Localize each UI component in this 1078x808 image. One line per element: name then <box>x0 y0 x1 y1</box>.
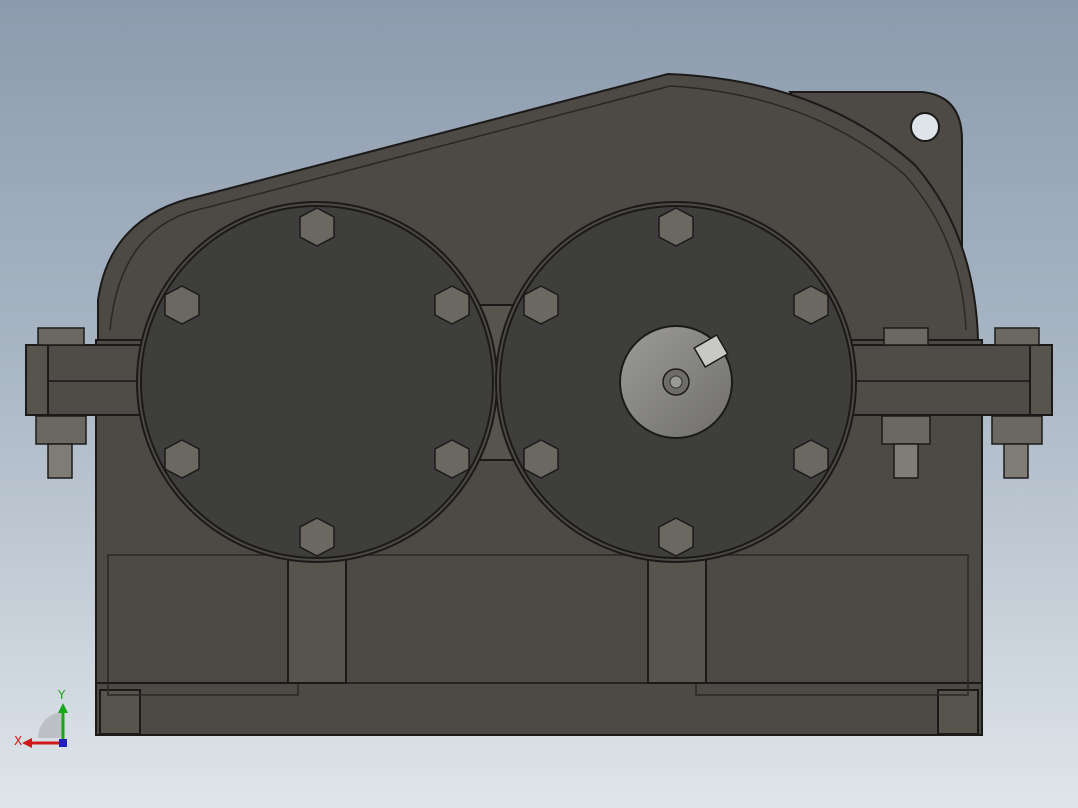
base-foot-left <box>99 689 141 735</box>
rib-right <box>647 557 707 684</box>
cover-bolt-icon <box>164 285 200 325</box>
cover-bolt-icon <box>299 517 335 557</box>
bolt-shank-icon <box>1003 443 1029 479</box>
nut-icon <box>991 415 1043 445</box>
cover-bolt-icon <box>523 285 559 325</box>
bolt-head-icon <box>994 327 1040 346</box>
flange-end-right <box>1029 344 1053 416</box>
base-foot-right <box>937 689 979 735</box>
nut-icon <box>35 415 87 445</box>
bolt-shank-icon <box>893 443 919 479</box>
z-axis-icon <box>59 739 67 747</box>
nut-icon <box>881 415 931 445</box>
bolt-head-icon <box>883 327 929 346</box>
cover-bolt-icon <box>793 285 829 325</box>
flange-end-left <box>25 344 49 416</box>
bolt-shank-icon <box>47 443 73 479</box>
rib-left <box>287 557 347 684</box>
cover-bolt-icon <box>434 439 470 479</box>
x-axis-label: X <box>14 734 22 748</box>
cover-bolt-icon <box>434 285 470 325</box>
base-plate <box>95 682 983 736</box>
cad-viewport[interactable]: Y X <box>0 0 1078 808</box>
y-arrow-icon <box>58 703 68 713</box>
cover-bolt-icon <box>299 207 335 247</box>
bearing-cover-right[interactable] <box>495 201 857 563</box>
cover-bolt-icon <box>658 517 694 557</box>
bolt-head-icon <box>37 327 85 346</box>
y-axis-label: Y <box>57 688 66 702</box>
cover-bolt-icon <box>164 439 200 479</box>
x-arrow-icon <box>22 738 32 748</box>
cover-bolt-icon <box>658 207 694 247</box>
bearing-cover-left[interactable] <box>136 201 498 563</box>
axis-triad: Y X <box>14 688 68 748</box>
output-shaft[interactable] <box>619 325 733 439</box>
cover-bolt-icon <box>523 439 559 479</box>
cover-bolt-icon <box>793 439 829 479</box>
lug-hole <box>910 112 940 142</box>
